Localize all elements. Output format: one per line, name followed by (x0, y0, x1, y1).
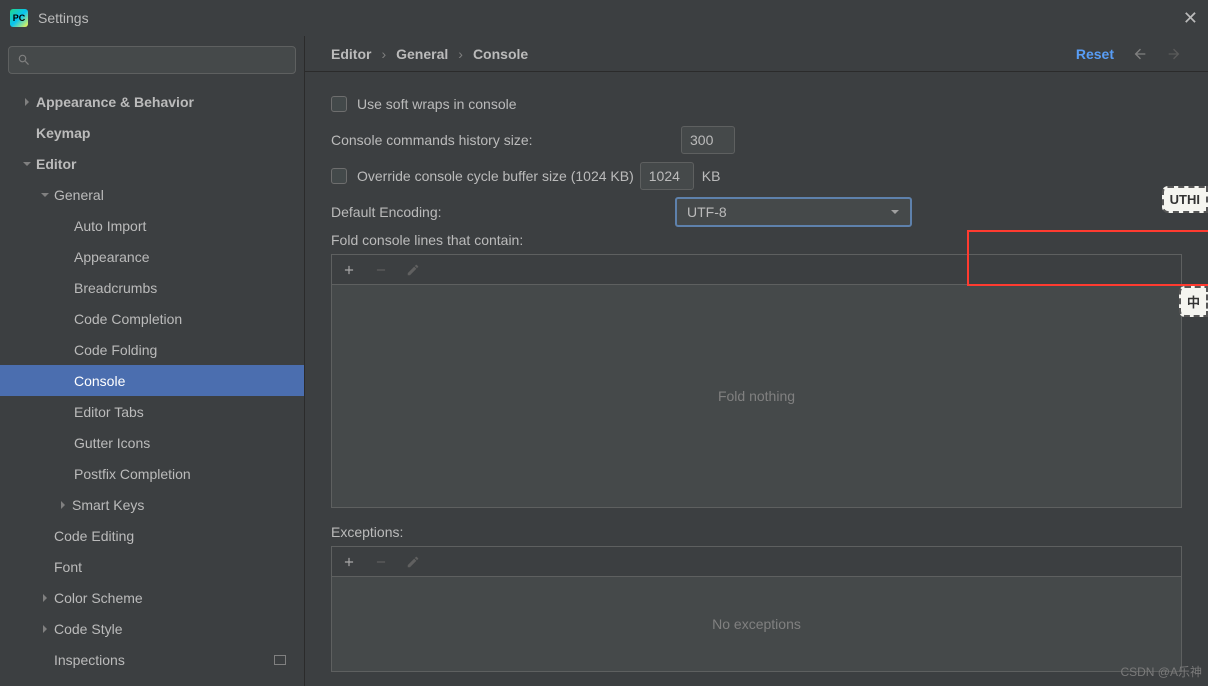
tree-keymap[interactable]: Keymap (0, 117, 304, 148)
titlebar: PC Settings ✕ (0, 0, 1208, 36)
tree-label: Keymap (36, 125, 90, 141)
tree-label: Code Folding (74, 342, 157, 358)
tree-label: Gutter Icons (74, 435, 150, 451)
tree-label: Editor Tabs (74, 404, 144, 420)
tree-label: Appearance (74, 249, 150, 265)
edit-button (406, 263, 420, 277)
tree-font[interactable]: Font (0, 551, 304, 582)
tree-gutter-icons[interactable]: Gutter Icons (0, 427, 304, 458)
tree-label: Smart Keys (72, 497, 144, 513)
history-size-input[interactable] (681, 126, 735, 154)
add-button[interactable] (342, 555, 356, 569)
add-button[interactable] (342, 263, 356, 277)
override-buffer-checkbox[interactable] (331, 168, 347, 184)
tree-label: Color Scheme (54, 590, 143, 606)
soft-wraps-label: Use soft wraps in console (357, 96, 517, 112)
remove-button (374, 555, 388, 569)
encoding-label: Default Encoding: (331, 204, 675, 220)
fold-section-label: Fold console lines that contain: (331, 232, 1182, 248)
exceptions-section-label: Exceptions: (331, 524, 1182, 540)
chevron-right-icon: › (458, 46, 463, 62)
tree-editor-tabs[interactable]: Editor Tabs (0, 396, 304, 427)
tree-label: Font (54, 559, 82, 575)
overlay-badge-2: 中 (1179, 286, 1208, 317)
tree-label: Code Style (54, 621, 122, 637)
chevron-down-icon (38, 188, 52, 202)
tree-color-scheme[interactable]: Color Scheme (0, 582, 304, 613)
nav-back-button[interactable] (1132, 46, 1148, 62)
chevron-right-icon: › (381, 46, 386, 62)
tree-breadcrumbs[interactable]: Breadcrumbs (0, 272, 304, 303)
tree-label: Auto Import (74, 218, 146, 234)
breadcrumb-general[interactable]: General (396, 46, 448, 62)
fold-toolbar (331, 254, 1182, 284)
tree-smart-keys[interactable]: Smart Keys (0, 489, 304, 520)
tree-label: Postfix Completion (74, 466, 191, 482)
chevron-right-icon (20, 95, 34, 109)
tree-code-completion[interactable]: Code Completion (0, 303, 304, 334)
tree-console[interactable]: Console (0, 365, 304, 396)
settings-sidebar: Appearance & Behavior Keymap Editor Gene… (0, 36, 305, 686)
tree-code-style[interactable]: Code Style (0, 613, 304, 644)
window-title: Settings (38, 10, 89, 26)
breadcrumb-console: Console (473, 46, 528, 62)
exceptions-list[interactable]: No exceptions (331, 576, 1182, 672)
breadcrumb-editor[interactable]: Editor (331, 46, 371, 62)
encoding-dropdown[interactable]: UTF-8 (675, 197, 912, 227)
row-soft-wraps: Use soft wraps in console (331, 86, 1182, 122)
row-override: Override console cycle buffer size (1024… (331, 158, 1182, 194)
tree-auto-import[interactable]: Auto Import (0, 210, 304, 241)
tree-label: Breadcrumbs (74, 280, 157, 296)
buffer-size-input[interactable] (640, 162, 694, 190)
tree-code-editing[interactable]: Code Editing (0, 520, 304, 551)
settings-tree: Appearance & Behavior Keymap Editor Gene… (0, 82, 304, 686)
separator-icon (274, 655, 286, 665)
content-header: Editor › General › Console Reset (305, 36, 1208, 72)
edit-button (406, 555, 420, 569)
nav-forward-button (1166, 46, 1182, 62)
soft-wraps-checkbox[interactable] (331, 96, 347, 112)
app-icon: PC (10, 9, 28, 27)
tree-label: General (54, 187, 104, 203)
chevron-down-icon (890, 207, 900, 217)
row-encoding: Default Encoding: UTF-8 (331, 194, 1182, 230)
encoding-value: UTF-8 (687, 204, 727, 220)
remove-button (374, 263, 388, 277)
chevron-down-icon (20, 157, 34, 171)
tree-postfix-completion[interactable]: Postfix Completion (0, 458, 304, 489)
search-icon (17, 53, 31, 67)
breadcrumb: Editor › General › Console (331, 46, 528, 62)
tree-inspections[interactable]: Inspections (0, 644, 304, 675)
fold-placeholder: Fold nothing (718, 388, 795, 404)
buffer-unit: KB (702, 168, 721, 184)
overlay-badge-1: UTHI (1162, 186, 1208, 213)
tree-general[interactable]: General (0, 179, 304, 210)
history-label: Console commands history size: (331, 132, 681, 148)
chevron-right-icon (56, 498, 70, 512)
tree-label: Editor (36, 156, 76, 172)
fold-list[interactable]: Fold nothing (331, 284, 1182, 508)
chevron-right-icon (38, 622, 52, 636)
reset-button[interactable]: Reset (1076, 46, 1114, 62)
tree-label: Console (74, 373, 125, 389)
row-history: Console commands history size: (331, 122, 1182, 158)
tree-label: Appearance & Behavior (36, 94, 194, 110)
tree-editor[interactable]: Editor (0, 148, 304, 179)
tree-label: Code Completion (74, 311, 182, 327)
tree-label: Code Editing (54, 528, 134, 544)
tree-appearance-sub[interactable]: Appearance (0, 241, 304, 272)
close-icon[interactable]: ✕ (1183, 8, 1198, 29)
override-buffer-label: Override console cycle buffer size (1024… (357, 168, 634, 184)
content-panel: Editor › General › Console Reset Use sof… (305, 36, 1208, 686)
tree-appearance-behavior[interactable]: Appearance & Behavior (0, 86, 304, 117)
tree-code-folding[interactable]: Code Folding (0, 334, 304, 365)
watermark: CSDN @A乐神 (1120, 663, 1202, 680)
exceptions-placeholder: No exceptions (712, 616, 801, 632)
tree-label: Inspections (54, 652, 125, 668)
exceptions-toolbar (331, 546, 1182, 576)
chevron-right-icon (38, 591, 52, 605)
search-input[interactable] (8, 46, 296, 74)
